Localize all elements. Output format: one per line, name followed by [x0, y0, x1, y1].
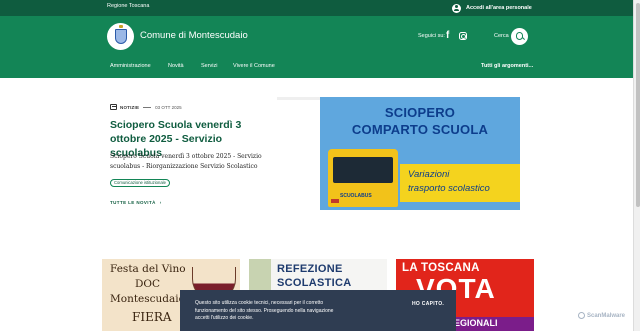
cookie-accept-button[interactable]: HO CAPITO. [412, 301, 444, 307]
search-button[interactable] [511, 28, 528, 45]
calendar-icon [110, 104, 117, 110]
card-2-line-1: REFEZIONE [277, 263, 343, 275]
nav-item-servizi[interactable]: Servizi [201, 63, 218, 69]
watermark-text: ScanMalware [587, 312, 626, 319]
cookie-banner: Questo sito utilizza cookie tecnici, nec… [180, 290, 456, 331]
hero-tag-chip[interactable]: Comunicazione istituzionale [110, 179, 170, 187]
nav-item-vivere-il-comune[interactable]: Vivere il Comune [233, 63, 275, 69]
category-separator [143, 106, 152, 108]
hero-description: Sciopero Scuola venerdì 3 ottobre 2025 -… [110, 153, 262, 170]
card-2-line-2: SCOLASTICA [277, 277, 352, 289]
bus-plate [331, 199, 339, 203]
site-name[interactable]: Comune di Montescudaio [140, 30, 248, 41]
banner-line-1: SCIOPERO [384, 105, 456, 120]
hero-category: NOTIZIE 03 OTT 2025 [110, 104, 182, 110]
all-news-label: TUTTE LE NOVITÀ [110, 200, 156, 205]
cookie-text: Questo sito utilizza cookie tecnici, nec… [195, 300, 334, 321]
card-1-line-2: DOC [135, 278, 161, 290]
banner-line-4: trasporto scolastico [408, 183, 490, 194]
all-news-link[interactable]: TUTTE LE NOVITÀ › [110, 200, 162, 205]
user-icon [452, 3, 461, 13]
slim-header: Regione Toscana Accedi all'area personal… [0, 0, 633, 16]
card-1-line-3: Montescudaio [110, 293, 185, 305]
facebook-icon[interactable]: f [446, 31, 453, 41]
instagram-icon[interactable] [459, 32, 467, 40]
category-label[interactable]: NOTIZIE [120, 105, 139, 110]
nav-item-amministrazione[interactable]: Amministrazione [110, 63, 151, 69]
chevron-right-icon: › [159, 200, 162, 205]
municipal-crest-logo[interactable] [107, 23, 134, 50]
bus-label: SCUOLABUS [340, 193, 372, 199]
scrollbar-thumb[interactable] [635, 3, 640, 207]
hero-image[interactable]: SCIOPERO COMPARTO SCUOLA SCUOLABUS Varia… [320, 97, 520, 210]
news-date: 03 OTT 2025 [155, 104, 182, 110]
banner-line-3: Variazioni [408, 169, 450, 180]
card-1-line-1: Festa del Vino [110, 263, 186, 275]
bus-window [333, 157, 393, 183]
main-nav: Amministrazione Novità Servizi Vivere il… [0, 56, 633, 78]
region-link[interactable]: Regione Toscana [107, 3, 149, 9]
banner-line-2: COMPARTO SCUOLA [351, 122, 489, 137]
all-topics-link[interactable]: Tutti gli argomenti... [481, 63, 533, 69]
school-bus-illustration: SCUOLABUS [328, 149, 398, 207]
social-label: Seguici su: [418, 33, 445, 39]
card-1-line-4: FIERA [132, 310, 172, 324]
login-label: Accedi all'area personale [466, 5, 532, 11]
shield-icon [114, 25, 127, 44]
scanmalware-logo-icon [578, 312, 585, 319]
login-link[interactable]: Accedi all'area personale [452, 3, 532, 13]
search-label: Cerca [494, 33, 509, 39]
scrollbar[interactable] [633, 0, 640, 331]
site-header: Comune di Montescudaio Seguici su: f Cer… [0, 16, 633, 56]
watermark: ScanMalware [578, 312, 625, 319]
banner-info-strip: Variazioni trasporto scolastico [400, 164, 520, 202]
nav-item-novita[interactable]: Novità [168, 63, 184, 69]
